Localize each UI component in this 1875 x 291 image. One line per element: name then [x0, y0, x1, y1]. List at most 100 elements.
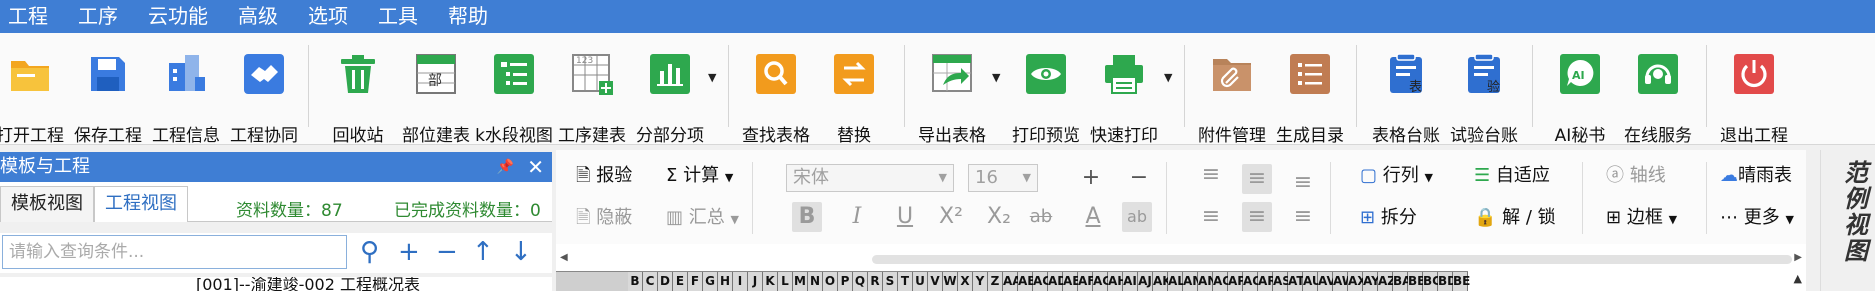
- menu-tools[interactable]: 工具: [370, 0, 440, 33]
- tab-project-view[interactable]: 工程视图: [94, 186, 188, 222]
- column-header[interactable]: AW: [1333, 272, 1355, 291]
- arrow-down-icon[interactable]: ↓: [510, 237, 532, 267]
- axis-button[interactable]: ⓐ 轴线: [1606, 164, 1666, 188]
- column-header[interactable]: AV: [1318, 272, 1336, 291]
- arrow-up-icon[interactable]: ↑: [472, 237, 494, 267]
- column-header[interactable]: BA: [1393, 272, 1411, 291]
- chevron-down-icon[interactable]: ▼: [1164, 71, 1172, 84]
- column-header[interactable]: BB: [1408, 272, 1426, 291]
- split-button[interactable]: ⊞ 拆分: [1360, 206, 1417, 230]
- tree-item[interactable]: [001]--渝建竣-002 工程概况表: [196, 277, 420, 291]
- column-header[interactable]: BD: [1438, 272, 1457, 291]
- column-header[interactable]: AA: [1003, 272, 1022, 291]
- column-header[interactable]: Q: [853, 272, 868, 291]
- font-size-select[interactable]: 16 ▼: [968, 164, 1038, 192]
- align-center-icon[interactable]: ≡: [1242, 202, 1272, 232]
- more-button[interactable]: ⋯ 更多 ▼: [1720, 206, 1794, 232]
- generate-catalog-button[interactable]: 生成目录: [1270, 53, 1350, 146]
- column-header[interactable]: BE: [1453, 272, 1470, 291]
- sub-item-button[interactable]: 分部分项 ▼: [630, 53, 716, 146]
- column-header[interactable]: AS: [1273, 272, 1291, 291]
- column-header[interactable]: AD: [1048, 272, 1067, 291]
- autofit-button[interactable]: ☰ 自适应: [1474, 164, 1550, 188]
- column-header[interactable]: S: [883, 272, 898, 291]
- column-header[interactable]: AT: [1288, 272, 1305, 291]
- find-table-button[interactable]: 查找表格: [736, 53, 816, 146]
- hide-button[interactable]: 🗎 隐蔽: [576, 206, 632, 230]
- column-header[interactable]: AE: [1063, 272, 1080, 291]
- scroll-left-icon[interactable]: ◀: [560, 252, 568, 263]
- font-color-icon[interactable]: A: [1078, 202, 1108, 232]
- example-view-title[interactable]: 范例视图: [1840, 160, 1872, 264]
- column-header[interactable]: U: [913, 272, 928, 291]
- font-family-select[interactable]: 宋体 ▼: [786, 164, 954, 192]
- column-header[interactable]: AF: [1078, 272, 1095, 291]
- column-header[interactable]: AQ: [1243, 272, 1263, 291]
- menu-project[interactable]: 工程: [0, 0, 70, 33]
- decrease-icon[interactable]: −: [1124, 163, 1154, 193]
- column-header[interactable]: J: [748, 272, 763, 291]
- column-header[interactable]: K: [763, 272, 778, 291]
- border-button[interactable]: ⊞ 边框 ▼: [1606, 206, 1677, 232]
- menu-help[interactable]: 帮助: [440, 0, 510, 33]
- column-header[interactable]: AC: [1033, 272, 1051, 291]
- menu-options[interactable]: 选项: [300, 0, 370, 33]
- print-preview-button[interactable]: 打印预览: [1006, 53, 1086, 146]
- align-top-icon[interactable]: ≡: [1196, 160, 1226, 190]
- bold-icon[interactable]: B: [792, 202, 822, 232]
- calc-button[interactable]: Σ 计算 ▼: [666, 164, 733, 190]
- column-header[interactable]: Y: [973, 272, 988, 291]
- column-header[interactable]: AM: [1183, 272, 1204, 291]
- scroll-thumb[interactable]: [872, 255, 1792, 264]
- remove-icon[interactable]: −: [436, 237, 458, 267]
- column-header[interactable]: W: [943, 272, 958, 291]
- column-header[interactable]: AR: [1258, 272, 1277, 291]
- tab-template-view[interactable]: 模板视图: [0, 186, 94, 222]
- italic-icon[interactable]: I: [842, 202, 872, 232]
- summary-button[interactable]: ▥ 汇总 ▼: [666, 206, 739, 232]
- project-collab-button[interactable]: 工程协同: [224, 53, 304, 146]
- weather-button[interactable]: ☁晴雨表: [1720, 164, 1792, 188]
- close-icon[interactable]: ✕: [527, 152, 544, 182]
- menu-cloud[interactable]: 云功能: [140, 0, 230, 33]
- column-header[interactable]: C: [643, 272, 658, 291]
- superscript-icon[interactable]: X²: [936, 202, 966, 232]
- column-header[interactable]: P: [838, 272, 853, 291]
- export-table-button[interactable]: 导出表格 ▼: [912, 53, 1000, 146]
- increase-icon[interactable]: +: [1076, 163, 1106, 193]
- search-input[interactable]: 请输入查询条件...: [2, 235, 347, 269]
- column-header[interactable]: BC: [1423, 272, 1441, 291]
- table-ledger-button[interactable]: 表 表格台账: [1366, 53, 1446, 146]
- column-header[interactable]: L: [778, 272, 793, 291]
- column-header[interactable]: E: [673, 272, 688, 291]
- test-ledger-button[interactable]: 验 试验台账: [1444, 53, 1524, 146]
- add-icon[interactable]: +: [398, 237, 420, 267]
- column-header[interactable]: X: [958, 272, 973, 291]
- menu-advanced[interactable]: 高级: [230, 0, 300, 33]
- grid-corner[interactable]: [556, 271, 628, 291]
- check-button[interactable]: 🗎 报验: [576, 164, 632, 188]
- align-right-icon[interactable]: ≡: [1288, 202, 1318, 232]
- column-header[interactable]: B: [628, 272, 643, 291]
- column-header[interactable]: AO: [1213, 272, 1233, 291]
- subscript-icon[interactable]: X₂: [984, 202, 1014, 232]
- project-info-button[interactable]: 工程信息: [146, 53, 226, 146]
- ai-secretary-button[interactable]: AI AI秘书: [1540, 53, 1620, 146]
- column-header[interactable]: G: [703, 272, 718, 291]
- column-header[interactable]: H: [718, 272, 733, 291]
- column-header[interactable]: M: [793, 272, 808, 291]
- pin-icon[interactable]: 📌: [497, 152, 514, 182]
- column-header[interactable]: AZ: [1378, 272, 1396, 291]
- attachment-button[interactable]: 附件管理: [1192, 53, 1272, 146]
- column-header[interactable]: T: [898, 272, 913, 291]
- column-header[interactable]: V: [928, 272, 943, 291]
- column-header[interactable]: AK: [1153, 272, 1172, 291]
- search-icon[interactable]: ⚲: [360, 237, 379, 267]
- column-header[interactable]: F: [688, 272, 703, 291]
- column-header[interactable]: D: [658, 272, 673, 291]
- underline-icon[interactable]: U: [890, 202, 920, 232]
- chevron-down-icon[interactable]: ▼: [708, 71, 716, 84]
- save-project-button[interactable]: 保存工程: [68, 53, 148, 146]
- column-header[interactable]: AL: [1168, 272, 1185, 291]
- align-middle-icon[interactable]: ≡: [1242, 164, 1272, 194]
